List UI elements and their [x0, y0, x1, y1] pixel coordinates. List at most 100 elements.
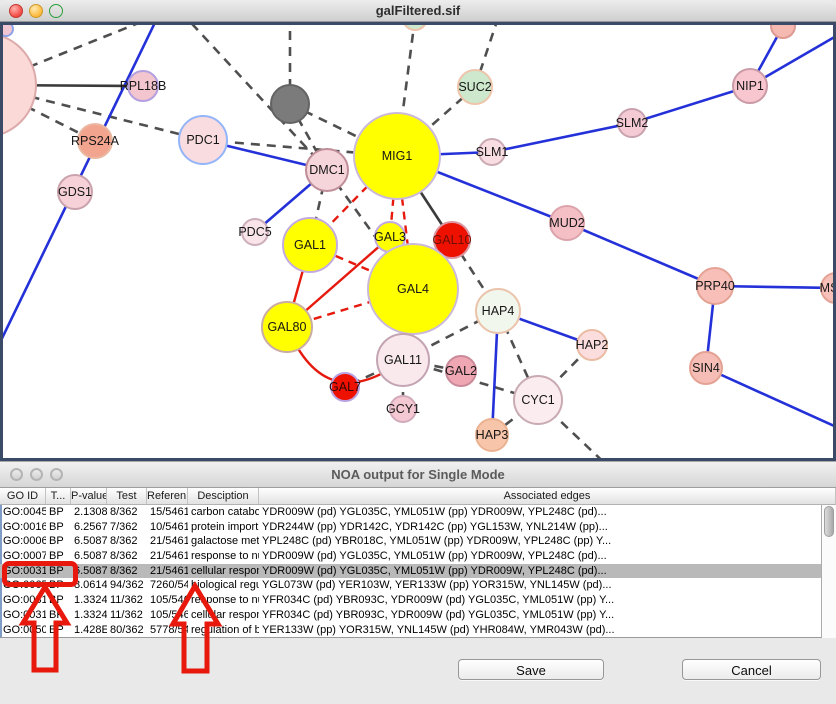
cell: 8.0614...: [71, 578, 107, 593]
column-header-go-id[interactable]: GO ID: [0, 488, 46, 504]
noa-window-titlebar[interactable]: NOA output for Single Mode: [0, 461, 836, 488]
save-button[interactable]: Save: [458, 659, 604, 680]
cell: 6.5087...: [71, 534, 107, 549]
network-window: galFiltered.sif RPL18BRPS24APDC1GDS1DMC1…: [0, 0, 836, 461]
cell: 8/362: [107, 505, 147, 520]
close-button[interactable]: [10, 468, 23, 481]
cell: protein import i...: [188, 520, 259, 535]
cell: BP: [46, 593, 71, 608]
node-label: SLM2: [616, 116, 649, 130]
node-label: SIN4: [692, 361, 720, 375]
traffic-lights: [9, 4, 63, 18]
table-row[interactable]: GO:0045...BP2.1308...8/36215/54615carbon…: [0, 505, 821, 520]
node-topright[interactable]: [771, 25, 795, 38]
edge-blue[interactable]: [632, 86, 750, 123]
cell: 6.2567...: [71, 520, 107, 535]
node-label: GAL4: [397, 282, 429, 296]
noa-output-window: NOA output for Single Mode GO IDT...P-va…: [0, 461, 836, 704]
table-row[interactable]: GO:0031...BP1.3324...11/362105/546...res…: [0, 593, 821, 608]
cell: 7/362: [107, 520, 147, 535]
cell: response to nut...: [188, 593, 259, 608]
node-label: DMC1: [309, 163, 344, 177]
minimize-button[interactable]: [29, 4, 43, 18]
node-label: HAP4: [482, 304, 515, 318]
node-label: SLM1: [476, 145, 509, 159]
cancel-button[interactable]: Cancel: [682, 659, 821, 680]
cell: 1.428E...: [71, 623, 107, 638]
cell: galactose meta...: [188, 534, 259, 549]
node-big1[interactable]: [3, 33, 36, 137]
cell: regulation of bi...: [188, 623, 259, 638]
table-header-row: GO IDT...P-valueTestReferen...Desciption…: [0, 488, 836, 505]
cell: BP: [46, 505, 71, 520]
cell: YDR009W (pd) YGL035C, YML051W (pp) YDR00…: [259, 564, 821, 579]
cell: YDR244W (pp) YDR142C, YDR142C (pp) YGL15…: [259, 520, 821, 535]
cell: BP: [46, 534, 71, 549]
cell: GO:0050...: [0, 623, 46, 638]
cell: 105/546...: [147, 593, 188, 608]
cell: 15/54615: [147, 505, 188, 520]
cell: 21/54615: [147, 549, 188, 564]
node-label: GAL80: [268, 320, 307, 334]
cell: 21/54615: [147, 534, 188, 549]
zoom-button[interactable]: [49, 4, 63, 18]
network-window-titlebar[interactable]: galFiltered.sif: [0, 0, 836, 22]
edge-blue[interactable]: [706, 368, 833, 434]
edge-blue[interactable]: [567, 223, 715, 286]
table-body: GO:0045...BP2.1308...8/36215/54615carbon…: [0, 505, 821, 638]
column-header-t-[interactable]: T...: [46, 488, 71, 504]
node-label: GDS1: [58, 185, 92, 199]
node-gray1[interactable]: [271, 85, 309, 123]
network-canvas[interactable]: RPL18BRPS24APDC1GDS1DMC1MIG1SUC2SLM1SLM2…: [0, 22, 836, 461]
minimize-button[interactable]: [30, 468, 43, 481]
cell: BP: [46, 608, 71, 623]
column-header-desciption[interactable]: Desciption: [188, 488, 259, 504]
table-row[interactable]: GO:0016...BP6.2567...7/36210/54615protei…: [0, 520, 821, 535]
cell: 8/362: [107, 564, 147, 579]
node-label: GAL2: [445, 364, 477, 378]
cell: GO:0031...: [0, 593, 46, 608]
node-label: HAP2: [576, 338, 609, 352]
cell: YDR009W (pd) YGL035C, YML051W (pp) YDR00…: [259, 505, 821, 520]
column-header-p-value[interactable]: P-value: [71, 488, 107, 504]
column-header-referen-[interactable]: Referen...: [147, 488, 188, 504]
node-label: GCY1: [386, 402, 420, 416]
cell: YFR034C (pd) YBR093C, YDR009W (pd) YGL03…: [259, 593, 821, 608]
cell: 6.5087...: [71, 549, 107, 564]
zoom-button[interactable]: [50, 468, 63, 481]
cell: YPL248C (pd) YBR018C, YML051W (pp) YDR00…: [259, 534, 821, 549]
network-graph: RPL18BRPS24APDC1GDS1DMC1MIG1SUC2SLM1SLM2…: [3, 25, 833, 458]
table-row[interactable]: GO:0031...BP1.3324...11/362105/546...cel…: [0, 608, 821, 623]
column-header-test[interactable]: Test: [107, 488, 147, 504]
node-greentop[interactable]: [403, 25, 427, 30]
node-label: GAL7: [329, 380, 361, 394]
column-header-associated-edges[interactable]: Associated edges: [259, 488, 836, 504]
table-row[interactable]: GO:0031...BP6.5087...8/36221/54615cellul…: [0, 564, 821, 579]
cell: GO:0006...: [0, 534, 46, 549]
cell: GO:0031...: [0, 564, 46, 579]
cell: GO:0045...: [0, 505, 46, 520]
cell: 5778/54...: [147, 623, 188, 638]
cell: cellular respons...: [188, 564, 259, 579]
node-label: NIP1: [736, 79, 764, 93]
close-button[interactable]: [9, 4, 23, 18]
cell: BP: [46, 623, 71, 638]
cell: GO:0016...: [0, 520, 46, 535]
node-label: GAL3: [374, 230, 406, 244]
cell: GO:0031...: [0, 608, 46, 623]
scrollbar-thumb[interactable]: [824, 506, 834, 537]
node-tiny[interactable]: [3, 25, 13, 36]
vertical-scrollbar[interactable]: [821, 505, 836, 638]
node-label: SUC2: [458, 80, 491, 94]
node-label: MIG1: [382, 149, 413, 163]
network-window-title: galFiltered.sif: [0, 0, 836, 21]
cell: 7260/54...: [147, 578, 188, 593]
node-label: PDC5: [238, 225, 271, 239]
table-row[interactable]: GO:0065...BP8.0614...94/3627260/54...bio…: [0, 578, 821, 593]
table-row[interactable]: GO:0007...BP6.5087...8/36221/54615respon…: [0, 549, 821, 564]
node-label: MUD2: [549, 216, 584, 230]
edge-blue[interactable]: [492, 123, 632, 152]
table-row[interactable]: GO:0006...BP6.5087...8/36221/54615galact…: [0, 534, 821, 549]
table-row[interactable]: GO:0050...BP1.428E...80/3625778/54...reg…: [0, 623, 821, 638]
cell: 21/54615: [147, 564, 188, 579]
